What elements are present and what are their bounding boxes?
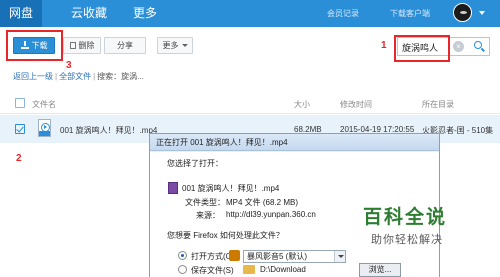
file-type-label: 文件类型： [185, 198, 225, 207]
open-with-select[interactable]: 暴风影音5 (默认) [243, 250, 346, 263]
download-client-link[interactable]: 下载客户端 [390, 0, 430, 27]
header-modified[interactable]: 修改时间 [340, 99, 372, 110]
step-label-1: 1 [381, 40, 387, 51]
clear-icon[interactable]: × [453, 41, 464, 52]
select-all-checkbox[interactable] [15, 98, 25, 108]
top-nav: 网盘 云收藏 更多 会员记录 下载客户端 [0, 0, 500, 27]
dialog-question: 您想要 Firefox 如何处理此文件？ [167, 231, 284, 240]
delete-label: 删除 [78, 41, 95, 50]
table-header: 文件名 大小 修改时间 所在目录 [0, 92, 500, 114]
more-label: 更多 [162, 41, 179, 50]
header-name[interactable]: 文件名 [32, 99, 56, 110]
tab-more[interactable]: 更多 [128, 0, 162, 27]
more-button[interactable]: 更多 [157, 37, 193, 54]
all-files-link[interactable]: 全部文件 [59, 72, 91, 81]
header-location[interactable]: 所在目录 [422, 99, 454, 110]
open-with-radio[interactable] [178, 251, 187, 260]
open-with-select-value: 暴风影音5 (默认) [247, 252, 307, 261]
caret-down-icon [181, 44, 188, 47]
step-label-2: 2 [16, 153, 22, 164]
back-link[interactable]: 返回上一级 [13, 72, 53, 81]
highlight-search [394, 35, 450, 62]
breadcrumb-current: 搜索：旋涡... [97, 72, 144, 81]
avatar[interactable] [453, 3, 472, 22]
tab-netdisk[interactable]: 网盘 [0, 0, 42, 27]
member-records-link[interactable]: 会员记录 [327, 0, 359, 27]
watermark-subtitle: 助你轻松解决 [371, 234, 443, 246]
delete-button[interactable]: 删除 [63, 37, 101, 54]
header-size[interactable]: 大小 [294, 99, 310, 110]
tab-cloud-favorites[interactable]: 云收藏 [64, 0, 114, 27]
video-file-icon [168, 182, 178, 194]
app-icon [229, 250, 240, 261]
share-button[interactable]: 分享 [104, 37, 146, 54]
save-file-label[interactable]: 保存文件(S) [191, 265, 234, 276]
highlight-download [6, 30, 63, 61]
dialog-chosen-text: 您选择了打开： [167, 159, 223, 168]
folder-icon [243, 265, 255, 274]
watermark-title: 百科全说 [363, 207, 448, 228]
video-file-icon [38, 119, 51, 137]
watermark: 百科全说 助你轻松解决 [333, 196, 500, 277]
chevron-down-icon[interactable] [479, 11, 485, 15]
file-type-value: MP4 文件 (68.2 MB) [226, 198, 299, 207]
step-label-3: 3 [66, 60, 72, 71]
source-label: 来源： [196, 211, 220, 220]
breadcrumb: 返回上一级 | 全部文件 | 搜索：旋涡... [13, 71, 144, 82]
save-file-radio[interactable] [178, 265, 187, 274]
file-name[interactable]: 001 旋涡鸣人！拜见！.mp4 [60, 125, 157, 136]
save-path: D:\Download [260, 265, 306, 274]
trash-icon [69, 42, 76, 49]
row-checkbox[interactable] [15, 124, 25, 134]
dialog-file-name: 001 旋涡鸣人！拜见！.mp4 [182, 184, 280, 193]
source-value: http://dl39.yunpan.360.cn [226, 210, 316, 219]
search-icon[interactable] [470, 40, 488, 53]
share-label: 分享 [117, 41, 133, 50]
dialog-title: 正在打开 001 旋涡鸣人！拜见！.mp4 [150, 134, 439, 151]
